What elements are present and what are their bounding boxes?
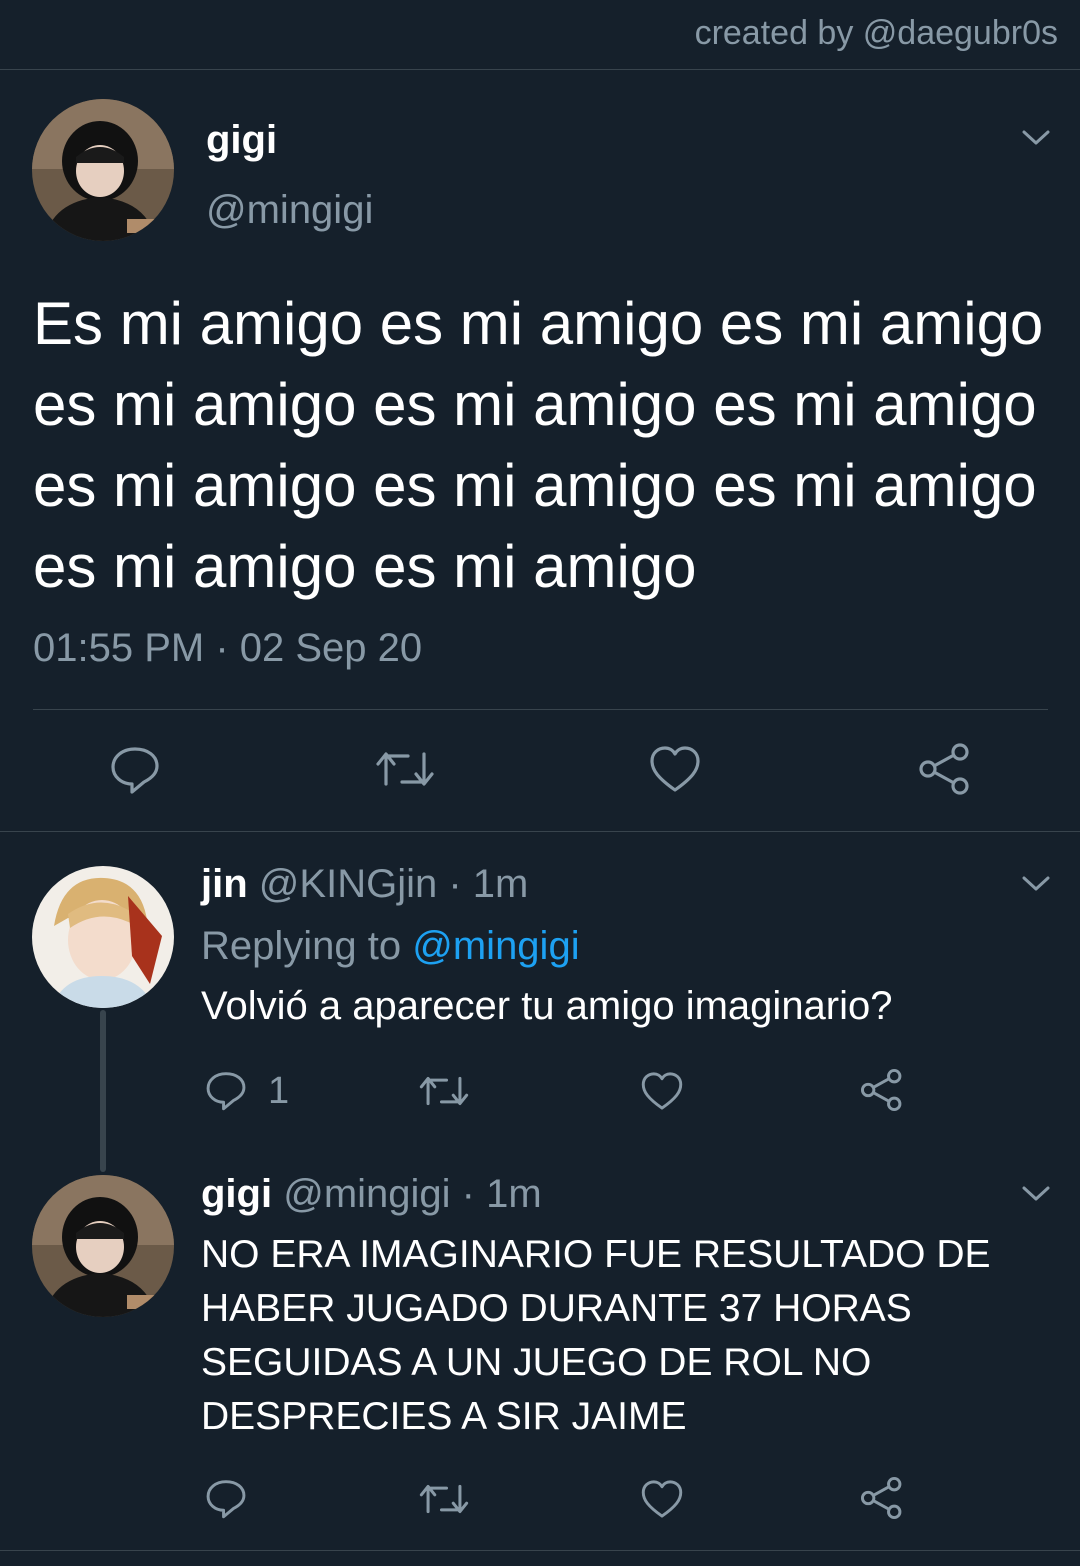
tweet-text: Volvió a aparecer tu amigo imaginario? [201, 984, 893, 1028]
reply-count: 1 [268, 1070, 290, 1112]
author-handle[interactable]: @mingigi [206, 188, 373, 233]
avatar[interactable] [32, 1175, 174, 1317]
thread-connector [100, 1010, 106, 1172]
chevron-down-icon[interactable] [1020, 126, 1052, 150]
author-name[interactable]: gigi [206, 118, 277, 163]
creator-credit: created by @daegubr0s [694, 14, 1058, 52]
retweet-icon[interactable] [418, 1478, 470, 1520]
divider [0, 1550, 1080, 1551]
tweet-text: Es mi amigo es mi amigo es mi amigo es m… [33, 290, 1044, 600]
share-icon[interactable] [918, 742, 972, 796]
tweet-timestamp[interactable]: 01:55 PM · 02 Sep 20 [33, 626, 422, 671]
like-icon[interactable] [640, 1070, 684, 1112]
reply-icon[interactable] [108, 742, 162, 796]
avatar[interactable] [32, 866, 174, 1008]
share-icon[interactable] [860, 1068, 904, 1112]
top-divider [0, 69, 1080, 70]
reply-header: gigi @mingigi · 1m [201, 1172, 542, 1217]
author-meta[interactable]: @KINGjin · 1m [259, 862, 529, 906]
author-name[interactable]: gigi [201, 1172, 272, 1216]
reply-icon[interactable] [204, 1068, 248, 1112]
like-icon[interactable] [640, 1478, 684, 1520]
author-name[interactable]: jin [201, 862, 248, 906]
chevron-down-icon[interactable] [1020, 872, 1052, 896]
share-icon[interactable] [860, 1476, 904, 1520]
retweet-icon[interactable] [374, 744, 436, 794]
tweet-text: NO ERA IMAGINARIO FUE RESULTADO DE HABER… [201, 1233, 991, 1438]
avatar[interactable] [32, 99, 174, 241]
replying-to: Replying to @mingigi [201, 924, 580, 969]
replying-prefix: Replying to [201, 924, 402, 968]
chevron-down-icon[interactable] [1020, 1182, 1052, 1206]
mention-link[interactable]: @mingigi [412, 924, 579, 968]
reply-header: jin @KINGjin · 1m [201, 862, 528, 907]
divider [33, 709, 1048, 710]
divider [0, 831, 1080, 832]
author-meta[interactable]: @mingigi · 1m [283, 1172, 541, 1216]
retweet-icon[interactable] [418, 1070, 470, 1112]
reply-icon[interactable] [204, 1476, 248, 1520]
like-icon[interactable] [648, 744, 702, 794]
